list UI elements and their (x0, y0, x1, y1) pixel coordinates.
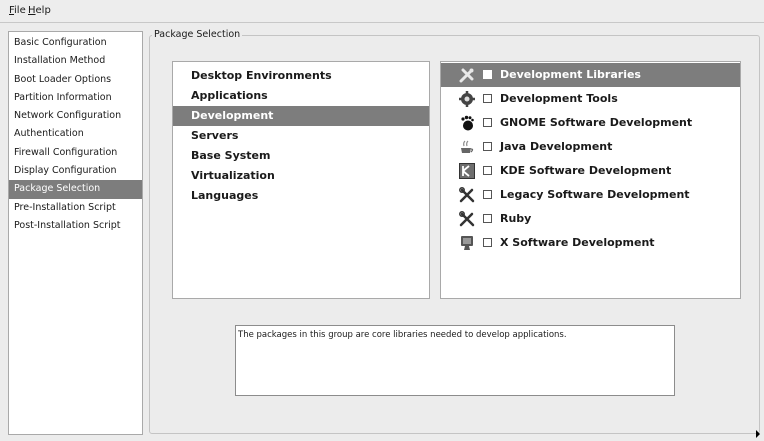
package-row-development-tools[interactable]: Development Tools (441, 87, 740, 111)
group-item-applications[interactable]: Applications (173, 86, 429, 106)
gnome-foot-icon (459, 115, 475, 131)
java-cup-icon (459, 139, 475, 155)
gear-icon (459, 91, 475, 107)
monitor-icon (459, 235, 475, 251)
menu-help[interactable]: Help (28, 5, 51, 16)
tools-icon (459, 211, 475, 227)
sidebar-item-boot-loader-options[interactable]: Boot Loader Options (9, 71, 142, 89)
tools-icon (459, 187, 475, 203)
kde-icon (459, 163, 475, 179)
package-label: Development Libraries (500, 68, 641, 81)
mouse-cursor-icon (756, 430, 760, 438)
package-checkbox[interactable] (483, 94, 492, 103)
package-checkbox[interactable] (483, 190, 492, 199)
sidebar-item-installation-method[interactable]: Installation Method (9, 52, 142, 70)
package-label: Legacy Software Development (500, 188, 690, 201)
sidebar-item-display-configuration[interactable]: Display Configuration (9, 162, 142, 180)
sidebar: Basic Configuration Installation Method … (8, 31, 143, 435)
package-label: GNOME Software Development (500, 116, 693, 129)
package-row-java-development[interactable]: Java Development (441, 135, 740, 159)
package-list: Development Libraries Development Tools … (440, 61, 741, 299)
sidebar-item-pre-installation-script[interactable]: Pre-Installation Script (9, 199, 142, 217)
package-checkbox[interactable] (483, 70, 492, 79)
package-row-development-libraries[interactable]: Development Libraries (441, 63, 740, 87)
package-checkbox[interactable] (483, 238, 492, 247)
sidebar-item-package-selection[interactable]: Package Selection (9, 180, 142, 199)
sidebar-item-firewall-configuration[interactable]: Firewall Configuration (9, 144, 142, 162)
package-label: Java Development (500, 140, 613, 153)
group-item-languages[interactable]: Languages (173, 186, 429, 206)
package-row-ruby[interactable]: Ruby (441, 207, 740, 231)
group-item-base-system[interactable]: Base System (173, 146, 429, 166)
group-item-servers[interactable]: Servers (173, 126, 429, 146)
package-row-legacy-software-development[interactable]: Legacy Software Development (441, 183, 740, 207)
package-label: Ruby (500, 212, 532, 225)
package-label: Development Tools (500, 92, 618, 105)
group-item-desktop-environments[interactable]: Desktop Environments (173, 66, 429, 86)
wrench-icon (459, 67, 475, 83)
package-description: The packages in this group are core libr… (235, 325, 675, 396)
menu-bar: File Help (0, 0, 764, 23)
menu-file[interactable]: File (9, 5, 26, 16)
page-title: Package Selection (152, 29, 243, 40)
package-label: KDE Software Development (500, 164, 672, 177)
package-checkbox[interactable] (483, 118, 492, 127)
sidebar-item-partition-information[interactable]: Partition Information (9, 89, 142, 107)
group-item-virtualization[interactable]: Virtualization (173, 166, 429, 186)
package-label: X Software Development (500, 236, 655, 249)
package-row-x-software-development[interactable]: X Software Development (441, 231, 740, 255)
package-row-kde-software-development[interactable]: KDE Software Development (441, 159, 740, 183)
sidebar-item-post-installation-script[interactable]: Post-Installation Script (9, 217, 142, 235)
package-checkbox[interactable] (483, 142, 492, 151)
sidebar-item-authentication[interactable]: Authentication (9, 125, 142, 143)
sidebar-item-network-configuration[interactable]: Network Configuration (9, 107, 142, 125)
group-list: Desktop Environments Applications Develo… (172, 61, 430, 299)
group-item-development[interactable]: Development (173, 106, 429, 126)
package-checkbox[interactable] (483, 214, 492, 223)
package-checkbox[interactable] (483, 166, 492, 175)
sidebar-item-basic-configuration[interactable]: Basic Configuration (9, 34, 142, 52)
package-row-gnome-software-development[interactable]: GNOME Software Development (441, 111, 740, 135)
